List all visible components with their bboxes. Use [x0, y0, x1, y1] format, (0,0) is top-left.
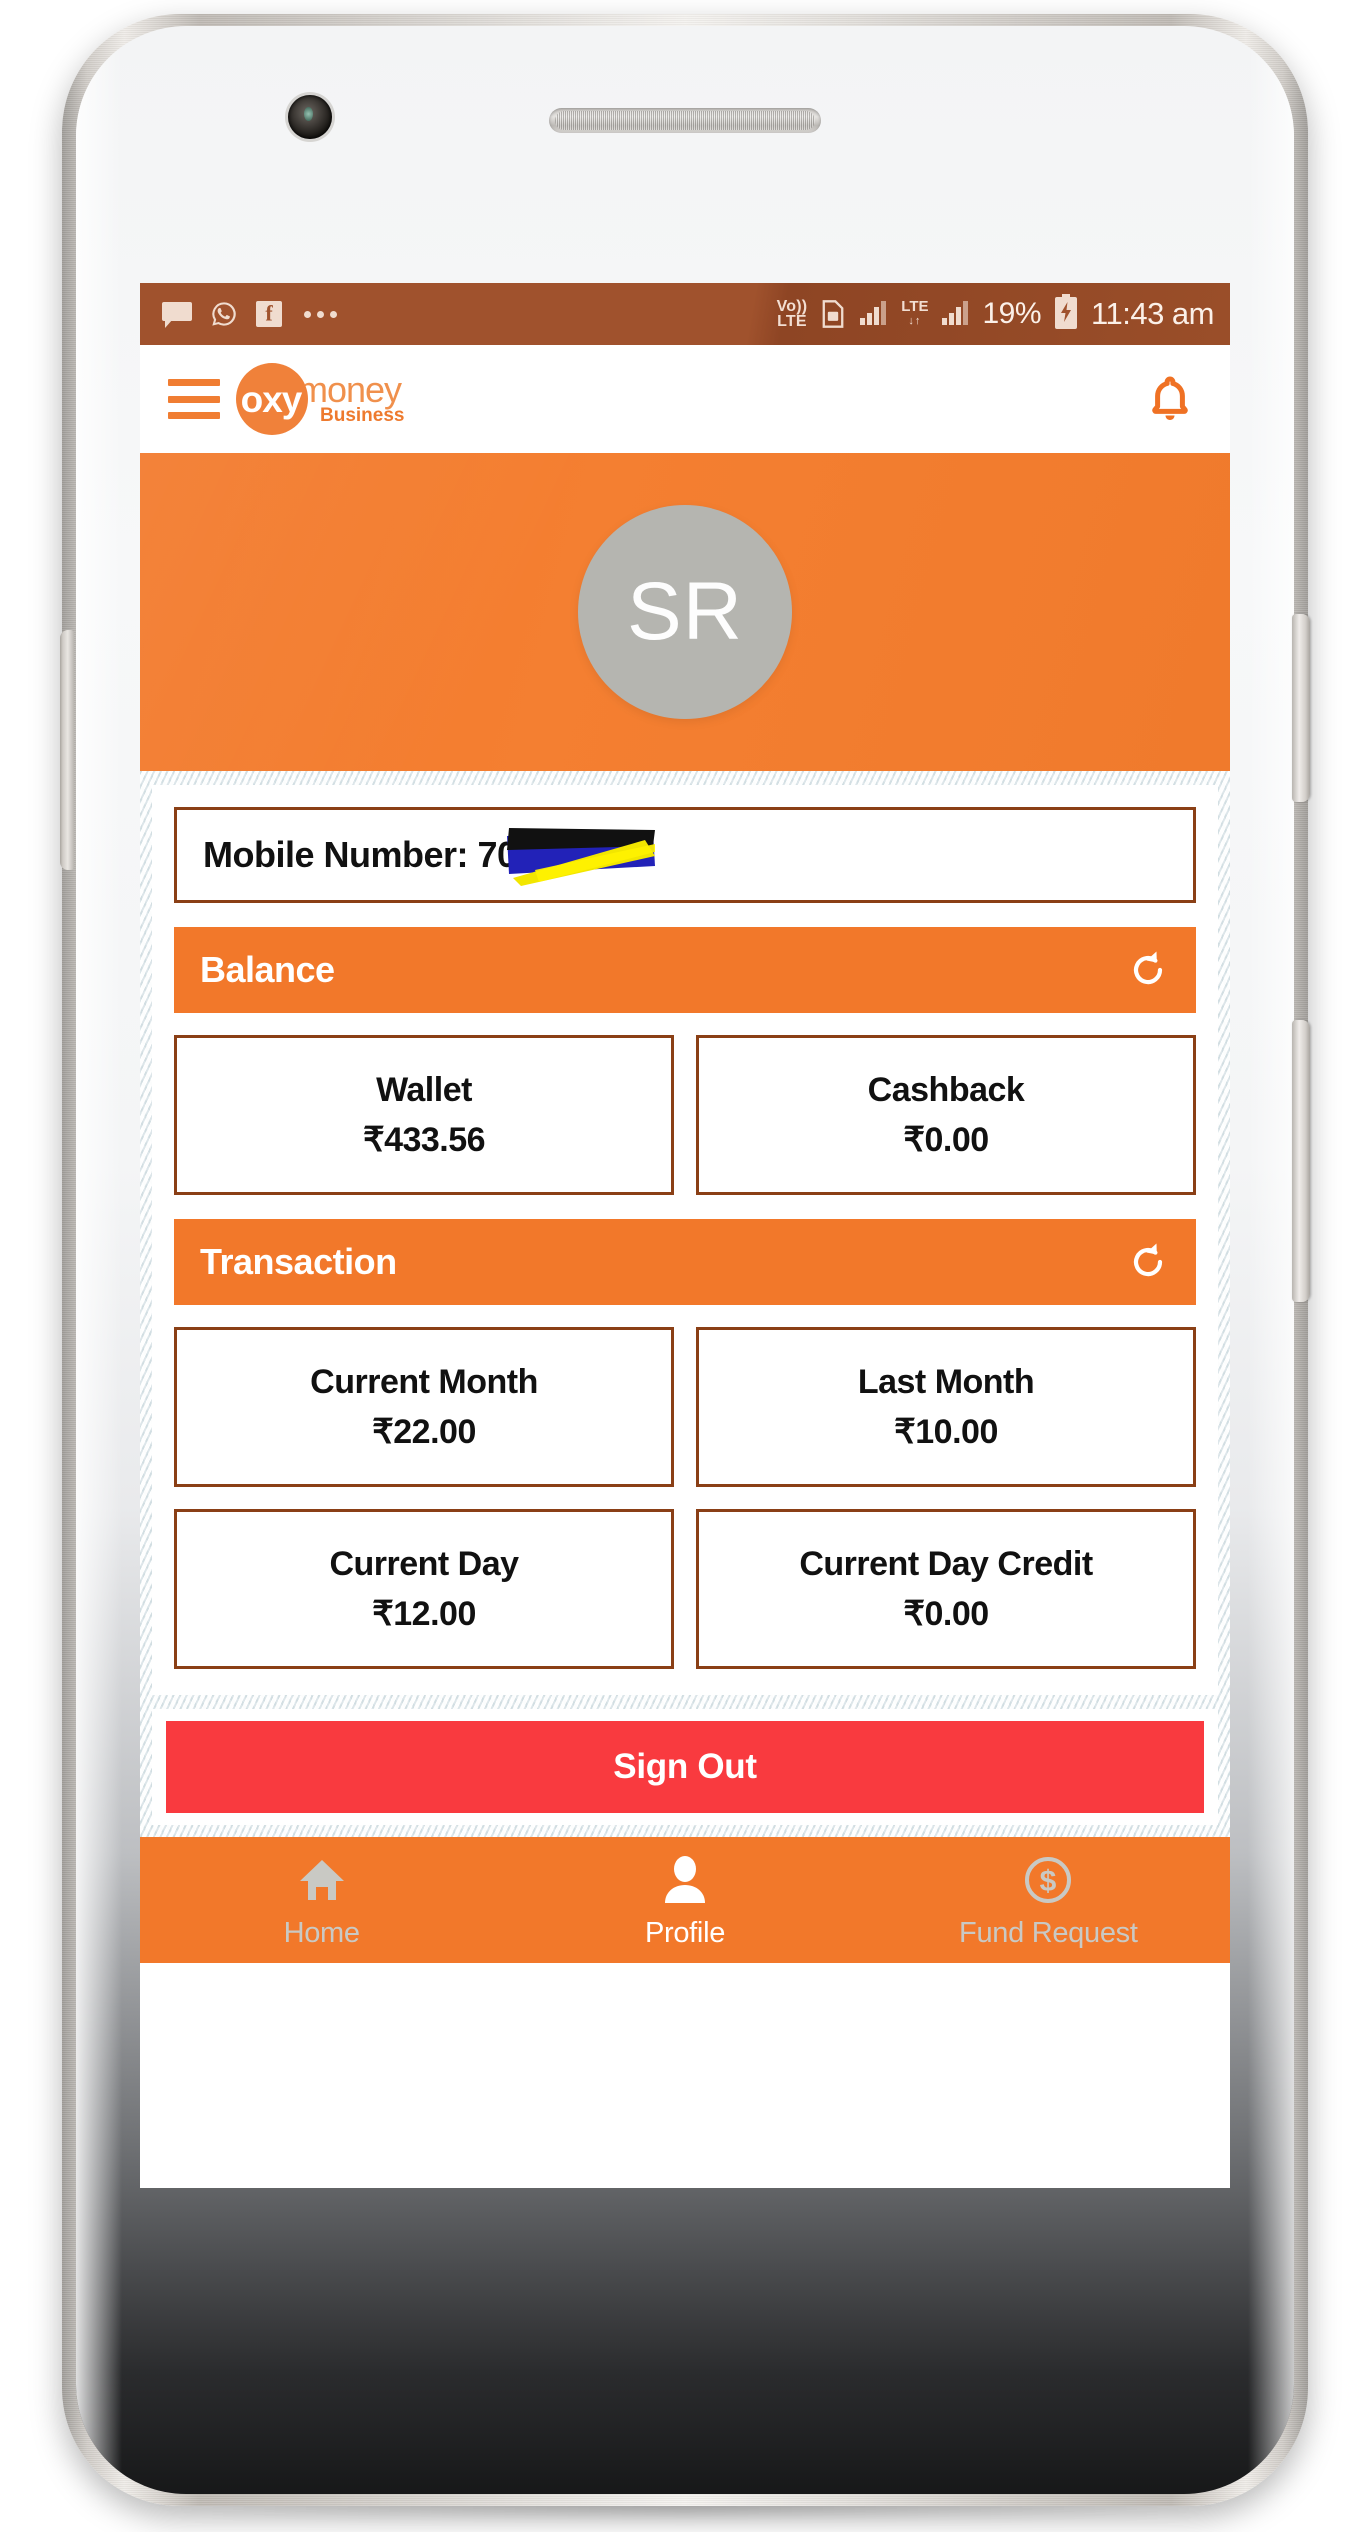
bottom-navigation-bar: Home Profile $ Fund Request	[140, 1837, 1230, 1963]
mobile-number-field: Mobile Number: 70	[174, 807, 1196, 903]
card-label: Current Month	[310, 1362, 538, 1401]
screen-bottom-padding	[140, 1963, 1230, 1981]
details-panel: Mobile Number: 70 Balance Wallet ₹433.56…	[152, 785, 1218, 1695]
card-label: Last Month	[857, 1362, 1035, 1401]
lte-data-icon: LTE ↓↑	[901, 298, 929, 327]
battery-charging-icon	[1053, 293, 1079, 335]
android-status-bar: Vo)) LTE	[140, 283, 1230, 345]
status-bar-system-icons: Vo)) LTE LTE ↓↑ 19% 11:43 am	[776, 293, 1214, 335]
transaction-card-current-day-credit[interactable]: Current Day Credit ₹0.00	[696, 1509, 1196, 1669]
refresh-icon[interactable]	[1126, 1240, 1170, 1284]
mobile-number-label: Mobile Number: 70	[203, 834, 517, 875]
sms-icon	[162, 302, 192, 328]
bell-icon[interactable]	[1144, 371, 1196, 427]
signal-bars-sim1-icon	[859, 298, 889, 331]
logo-oxy-text: oxy	[240, 378, 303, 420]
clock-label: 11:43 am	[1091, 296, 1214, 331]
transaction-section-title: Transaction	[200, 1241, 397, 1282]
more-notifications-icon	[304, 310, 337, 318]
card-label: Current Day Credit	[799, 1544, 1093, 1583]
sign-out-area: Sign Out	[152, 1695, 1218, 1837]
card-value: ₹22.00	[372, 1412, 476, 1451]
sign-out-container: Sign Out	[152, 1709, 1218, 1825]
app-header: oxy money Business	[140, 345, 1230, 453]
refresh-icon[interactable]	[1126, 948, 1170, 992]
nav-item-fund-request[interactable]: $ Fund Request	[867, 1851, 1230, 1950]
redaction-scribble	[507, 828, 655, 886]
logo-wordmark: money Business	[298, 371, 404, 427]
transaction-cards-row-2: Current Day ₹12.00 Current Day Credit ₹0…	[174, 1509, 1196, 1669]
nav-label: Fund Request	[959, 1916, 1138, 1949]
profile-banner: SR	[140, 453, 1230, 771]
status-bar-notifications	[162, 300, 337, 328]
nav-label: Profile	[644, 1916, 726, 1949]
card-label: Cashback	[867, 1070, 1025, 1109]
battery-percent-label: 19%	[982, 297, 1042, 330]
card-label: Current Day	[329, 1544, 519, 1583]
balance-card-cashback[interactable]: Cashback ₹0.00	[696, 1035, 1196, 1195]
home-icon	[297, 1851, 347, 1905]
transaction-card-current-day[interactable]: Current Day ₹12.00	[174, 1509, 674, 1669]
transaction-cards-row-1: Current Month ₹22.00 Last Month ₹10.00	[174, 1327, 1196, 1487]
balance-cards-row: Wallet ₹433.56 Cashback ₹0.00	[174, 1035, 1196, 1195]
whatsapp-icon	[210, 300, 238, 328]
balance-card-wallet[interactable]: Wallet ₹433.56	[174, 1035, 674, 1195]
person-icon	[660, 1851, 710, 1905]
nav-item-home[interactable]: Home	[140, 1851, 503, 1950]
avatar[interactable]: SR	[578, 505, 792, 719]
balance-section-header: Balance	[174, 927, 1196, 1013]
nav-item-profile[interactable]: Profile	[503, 1851, 866, 1950]
app-logo: oxy money Business	[236, 363, 404, 435]
logo-money-text: money	[298, 368, 402, 410]
screenshot-scene: Vo)) LTE	[0, 0, 1370, 2532]
card-label: Wallet	[376, 1070, 472, 1109]
volte-icon: Vo)) LTE	[776, 298, 808, 330]
phone-screen: Vo)) LTE	[140, 283, 1230, 2188]
nav-label: Home	[283, 1916, 360, 1949]
sign-out-button[interactable]: Sign Out	[166, 1721, 1204, 1813]
content-background: Mobile Number: 70 Balance Wallet ₹433.56…	[140, 771, 1230, 1837]
card-value: ₹10.00	[894, 1412, 998, 1451]
card-value: ₹12.00	[372, 1594, 476, 1633]
transaction-section-header: Transaction	[174, 1219, 1196, 1305]
svg-text:$: $	[1040, 1865, 1057, 1898]
transaction-card-last-month[interactable]: Last Month ₹10.00	[696, 1327, 1196, 1487]
power-button[interactable]	[1292, 614, 1310, 802]
card-value: ₹0.00	[903, 1120, 989, 1159]
logo-circle-mark: oxy	[236, 363, 308, 435]
left-side-button[interactable]	[60, 630, 74, 870]
logo-business-text: Business	[320, 405, 405, 427]
card-value: ₹433.56	[362, 1120, 486, 1159]
card-value: ₹0.00	[903, 1594, 989, 1633]
front-camera	[288, 95, 332, 139]
facebook-icon	[256, 301, 282, 327]
earpiece-speaker	[549, 108, 821, 133]
hamburger-menu-icon[interactable]	[168, 379, 220, 419]
avatar-initials: SR	[627, 566, 743, 657]
signal-bars-sim2-icon	[941, 298, 971, 331]
sim-card-icon	[819, 299, 847, 329]
balance-section-title: Balance	[200, 949, 335, 990]
dollar-circle-icon: $	[1023, 1851, 1073, 1905]
volume-button[interactable]	[1292, 1020, 1310, 1302]
transaction-card-current-month[interactable]: Current Month ₹22.00	[174, 1327, 674, 1487]
